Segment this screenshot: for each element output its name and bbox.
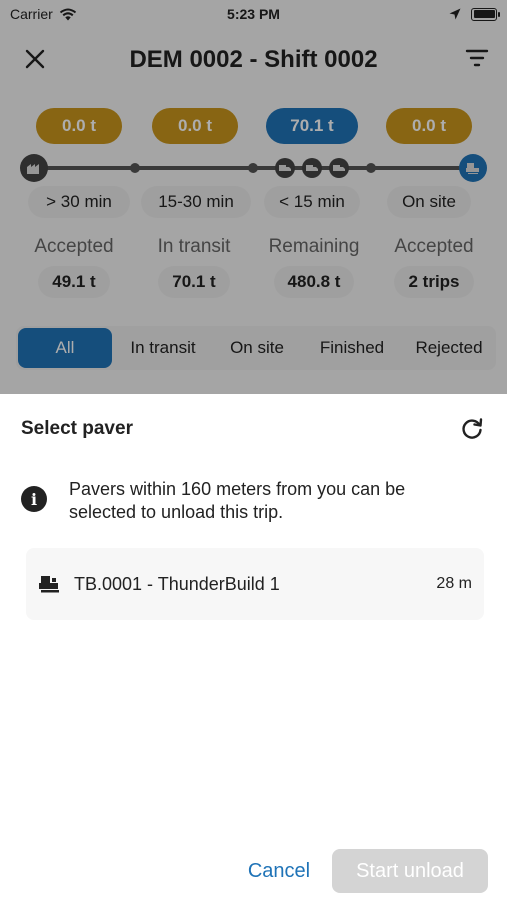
sheet-title: Select paver [21, 418, 133, 439]
info-message: i Pavers within 160 meters from you can … [21, 478, 486, 524]
paver-name: TB.0001 - ThunderBuild 1 [74, 573, 280, 594]
modal-backdrop[interactable] [0, 0, 507, 394]
select-paver-sheet: Select paver i Pavers within 160 meters … [0, 394, 507, 900]
info-text: Pavers within 160 meters from you can be… [69, 478, 405, 524]
cancel-button[interactable]: Cancel [233, 849, 325, 893]
paver-list-item[interactable]: TB.0001 - ThunderBuild 1 28 m [26, 548, 484, 620]
start-unload-button[interactable]: Start unload [332, 849, 488, 893]
refresh-icon[interactable] [459, 416, 485, 442]
info-icon: i [21, 486, 47, 512]
paver-distance: 28 m [436, 575, 472, 592]
paver-icon [39, 576, 59, 593]
info-text-line: Pavers within 160 meters from you can be [69, 479, 406, 499]
info-text-line: selected to unload this trip. [69, 502, 284, 522]
